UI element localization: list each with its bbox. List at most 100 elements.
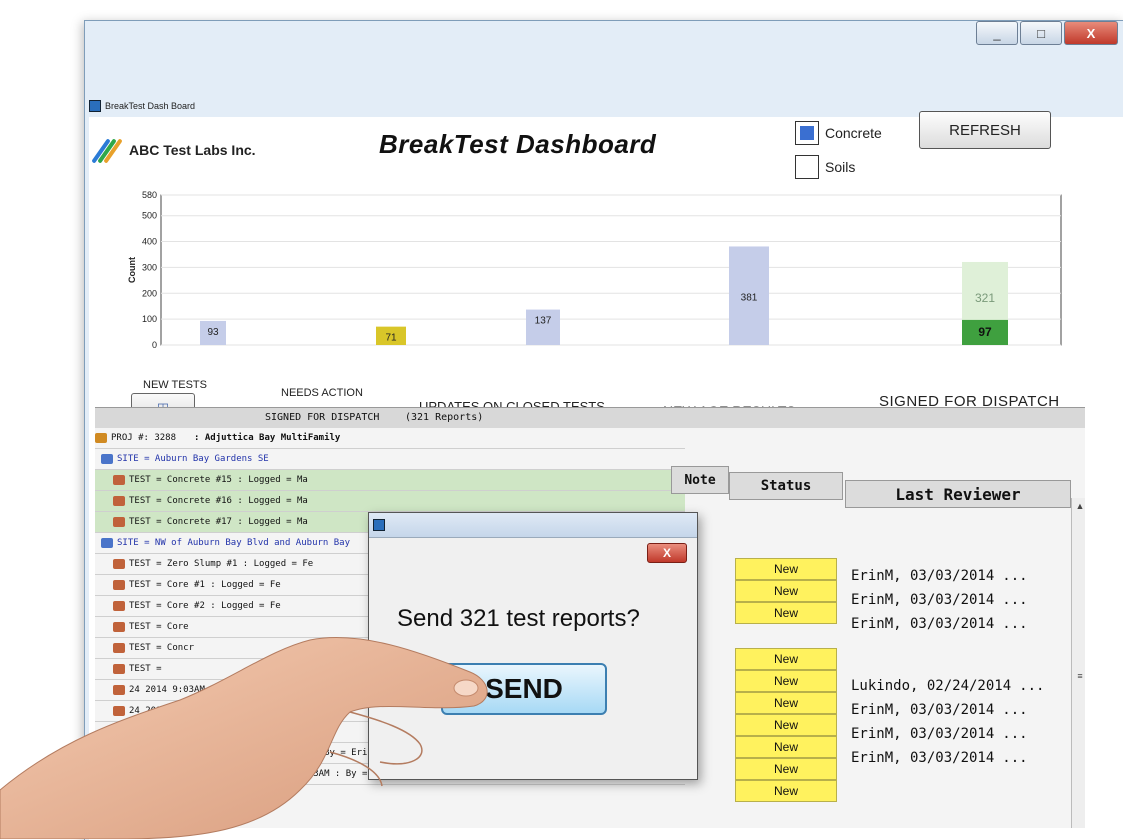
reviewer-cell: ErinM, 03/03/2014...	[851, 750, 1028, 766]
dialog-message: Send 321 test reports?	[397, 605, 640, 632]
reviewer-cell: ErinM, 03/03/2014...	[851, 616, 1028, 632]
test-icon	[113, 580, 125, 590]
note-column-header[interactable]: Note	[671, 466, 729, 494]
soils-label: Soils	[825, 159, 856, 175]
dialog-close-button[interactable]: X	[647, 543, 687, 563]
test-icon	[113, 727, 125, 737]
concrete-checkbox[interactable]	[795, 121, 819, 145]
soils-checkbox[interactable]	[795, 155, 819, 179]
y-axis-label: Count	[127, 257, 137, 283]
y-tick-label: 100	[142, 314, 157, 324]
close-button[interactable]: X	[1064, 21, 1118, 45]
status-cell: New	[735, 648, 837, 670]
window-controls: _ □ X	[976, 21, 1118, 45]
data-label-inner: 97	[978, 325, 992, 339]
project-number: PROJ #: 3288	[111, 433, 177, 443]
soils-filter[interactable]: Soils	[795, 155, 855, 179]
reviewer-text: Lukindo, 02/24/2014	[851, 678, 1012, 694]
site-icon	[101, 538, 113, 548]
reviewer-column-header[interactable]: Last Reviewer	[845, 480, 1071, 508]
reviewer-ellipsis[interactable]: ...	[1002, 750, 1027, 766]
send-dialog: X Send 321 test reports? SEND	[368, 512, 698, 780]
refresh-button[interactable]: REFRESH	[919, 111, 1051, 149]
status-cell: New	[735, 602, 837, 624]
tree-row-text: TEST =	[129, 664, 162, 674]
section-title: SIGNED FOR DISPATCH	[265, 412, 380, 423]
maximize-button[interactable]: □	[1020, 21, 1062, 45]
y-tick-label: 400	[142, 237, 157, 247]
status-cell: New	[735, 780, 837, 802]
reviewer-text: ErinM, 03/03/2014	[851, 726, 995, 742]
y-tick-label: 200	[142, 288, 157, 298]
data-label: 381	[741, 292, 758, 303]
test-row[interactable]: TEST = Concrete #16 : Logged = Ma	[95, 491, 685, 512]
reviewer-ellipsis[interactable]: ...	[1019, 678, 1044, 694]
reviewer-cell: ErinM, 03/03/2014...	[851, 592, 1028, 608]
data-label: 321	[975, 291, 995, 305]
test-icon	[113, 664, 125, 674]
test-row[interactable]: TEST = Concrete #15 : Logged = Ma	[95, 470, 685, 491]
company-logo: ABC Test Labs Inc.	[91, 137, 256, 164]
tree-row-text: 24 2014 9:03AM : By = ErinM	[129, 685, 276, 695]
tree-row-text: Feb 24 2014 9:03AM : By = ErinM ...	[129, 727, 319, 737]
project-row[interactable]: PROJ #: 3288 : Adjuttica Bay MultiFamily	[95, 428, 685, 449]
y-tick-label: 0	[152, 340, 157, 350]
reviewer-text: ErinM, 03/03/2014	[851, 568, 995, 584]
reviewer-ellipsis[interactable]: ...	[1002, 726, 1027, 742]
send-button[interactable]: SEND	[441, 663, 607, 715]
tree-row-text: TEST = Concrete #17 : Logged = Ma	[129, 517, 308, 527]
folder-icon	[95, 433, 107, 443]
grid-section-header: SIGNED FOR DISPATCH (321 Reports)	[95, 408, 1085, 428]
test-icon	[113, 517, 125, 527]
tree-row-text: SITE = Auburn Bay Gardens SE	[117, 454, 269, 464]
reviewer-ellipsis[interactable]: ...	[1002, 702, 1027, 718]
test-icon	[113, 496, 125, 506]
reviewer-ellipsis[interactable]: ...	[1002, 616, 1027, 632]
grid-scrollbar[interactable]: ▲ ≡	[1071, 498, 1085, 828]
test-icon	[113, 748, 125, 758]
reviewer-cell: ErinM, 03/03/2014...	[851, 702, 1028, 718]
test-icon	[113, 622, 125, 632]
status-cell: New	[735, 692, 837, 714]
status-cell: New	[735, 558, 837, 580]
data-label: 137	[535, 316, 552, 327]
reviewer-ellipsis[interactable]: ...	[1002, 568, 1027, 584]
test-icon	[113, 475, 125, 485]
tree-row-text: SITE = NW of Auburn Bay Blvd and Auburn …	[117, 538, 350, 548]
data-label: 93	[207, 327, 219, 338]
title-bar: BreakTest Dash Board	[85, 97, 195, 115]
status-cell: New	[735, 736, 837, 758]
test-icon	[113, 601, 125, 611]
reviewer-text: ErinM, 03/03/2014	[851, 702, 995, 718]
y-tick-label: 300	[142, 262, 157, 272]
app-icon	[89, 100, 101, 112]
reviewer-ellipsis[interactable]: ...	[1002, 592, 1027, 608]
scroll-up-icon[interactable]: ▲	[1072, 498, 1085, 514]
dialog-app-icon	[373, 519, 385, 531]
site-row[interactable]: SITE = Auburn Bay Gardens SE	[95, 449, 685, 470]
reviewer-cell: Lukindo, 02/24/2014...	[851, 678, 1044, 694]
reviewer-text: ErinM, 03/03/2014	[851, 750, 995, 766]
test-icon	[113, 706, 125, 716]
tree-row-text: TEST = Concrete #15 : Logged = Ma	[129, 475, 308, 485]
tree-row-text: TEST = Zero Slump #1 : Logged = Fe	[129, 559, 314, 569]
concrete-label: Concrete	[825, 125, 882, 141]
status-column-header[interactable]: Status	[729, 472, 843, 500]
tree-row-text: TEST = Concr	[129, 643, 195, 653]
reviewer-text: ErinM, 03/03/2014	[851, 592, 995, 608]
concrete-filter[interactable]: Concrete	[795, 121, 882, 145]
dashboard-title: BreakTest Dashboard	[379, 129, 657, 159]
scroll-thumb-icon[interactable]: ≡	[1072, 668, 1085, 684]
y-tick-label: 500	[142, 211, 157, 221]
status-cell: New	[735, 714, 837, 736]
minimize-button[interactable]: _	[976, 21, 1018, 45]
y-tick-label: 580	[142, 191, 157, 200]
status-cell: New	[735, 758, 837, 780]
section-count: (321 Reports)	[405, 412, 484, 423]
reviewer-cell: ErinM, 03/03/2014...	[851, 726, 1028, 742]
reviewer-text: ErinM, 03/03/2014	[851, 616, 995, 632]
tree-row-text: TEST = Core	[129, 622, 189, 632]
reviewer-cell: ErinM, 03/03/2014...	[851, 568, 1028, 584]
tree-row-text: #22 : Logged = Feb 24 2014 9:03AM : By =…	[129, 748, 400, 758]
tree-row-text: TEST = Core #1 : Logged = Fe	[129, 580, 281, 590]
